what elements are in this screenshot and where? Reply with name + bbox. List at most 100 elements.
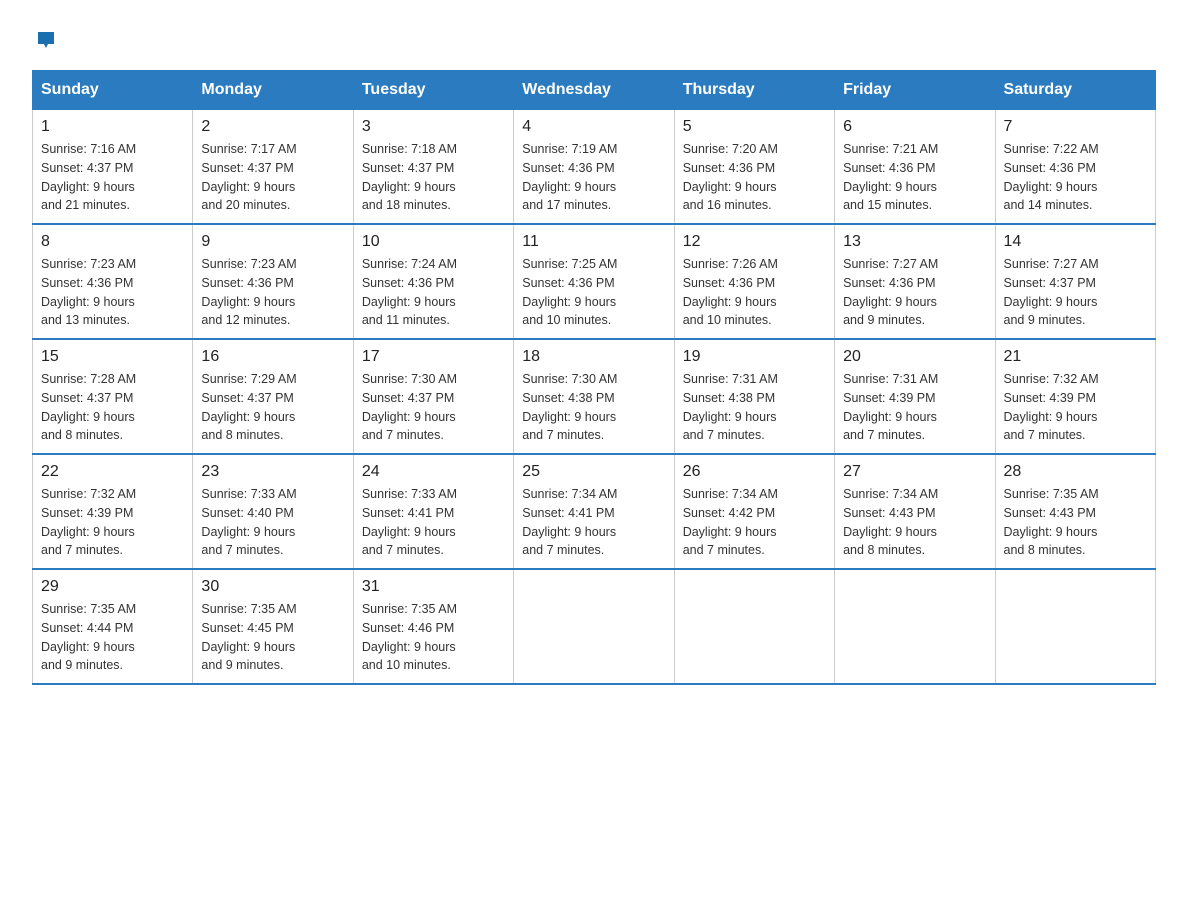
calendar-cell: 7 Sunrise: 7:22 AM Sunset: 4:36 PM Dayli… bbox=[995, 110, 1155, 225]
day-info: Sunrise: 7:35 AM Sunset: 4:45 PM Dayligh… bbox=[201, 600, 344, 675]
calendar-cell: 5 Sunrise: 7:20 AM Sunset: 4:36 PM Dayli… bbox=[674, 110, 834, 225]
day-number: 10 bbox=[362, 233, 505, 251]
day-info: Sunrise: 7:35 AM Sunset: 4:44 PM Dayligh… bbox=[41, 600, 184, 675]
calendar-cell: 12 Sunrise: 7:26 AM Sunset: 4:36 PM Dayl… bbox=[674, 224, 834, 339]
day-number: 1 bbox=[41, 118, 184, 136]
day-info: Sunrise: 7:18 AM Sunset: 4:37 PM Dayligh… bbox=[362, 140, 505, 215]
day-info: Sunrise: 7:23 AM Sunset: 4:36 PM Dayligh… bbox=[201, 255, 344, 330]
calendar-cell: 25 Sunrise: 7:34 AM Sunset: 4:41 PM Dayl… bbox=[514, 454, 674, 569]
day-number: 20 bbox=[843, 348, 986, 366]
calendar-cell: 19 Sunrise: 7:31 AM Sunset: 4:38 PM Dayl… bbox=[674, 339, 834, 454]
day-number: 26 bbox=[683, 463, 826, 481]
day-number: 29 bbox=[41, 578, 184, 596]
day-number: 2 bbox=[201, 118, 344, 136]
day-info: Sunrise: 7:31 AM Sunset: 4:38 PM Dayligh… bbox=[683, 370, 826, 445]
day-info: Sunrise: 7:32 AM Sunset: 4:39 PM Dayligh… bbox=[1004, 370, 1147, 445]
calendar-cell: 16 Sunrise: 7:29 AM Sunset: 4:37 PM Dayl… bbox=[193, 339, 353, 454]
calendar-cell: 24 Sunrise: 7:33 AM Sunset: 4:41 PM Dayl… bbox=[353, 454, 513, 569]
logo-line1 bbox=[32, 24, 57, 58]
calendar-week-row: 22 Sunrise: 7:32 AM Sunset: 4:39 PM Dayl… bbox=[33, 454, 1156, 569]
calendar-cell bbox=[514, 569, 674, 684]
calendar-cell: 3 Sunrise: 7:18 AM Sunset: 4:37 PM Dayli… bbox=[353, 110, 513, 225]
calendar-cell: 8 Sunrise: 7:23 AM Sunset: 4:36 PM Dayli… bbox=[33, 224, 193, 339]
calendar-cell: 10 Sunrise: 7:24 AM Sunset: 4:36 PM Dayl… bbox=[353, 224, 513, 339]
day-info: Sunrise: 7:35 AM Sunset: 4:46 PM Dayligh… bbox=[362, 600, 505, 675]
calendar-cell: 4 Sunrise: 7:19 AM Sunset: 4:36 PM Dayli… bbox=[514, 110, 674, 225]
calendar-cell: 31 Sunrise: 7:35 AM Sunset: 4:46 PM Dayl… bbox=[353, 569, 513, 684]
calendar-cell: 9 Sunrise: 7:23 AM Sunset: 4:36 PM Dayli… bbox=[193, 224, 353, 339]
calendar-cell bbox=[674, 569, 834, 684]
day-info: Sunrise: 7:22 AM Sunset: 4:36 PM Dayligh… bbox=[1004, 140, 1147, 215]
day-info: Sunrise: 7:19 AM Sunset: 4:36 PM Dayligh… bbox=[522, 140, 665, 215]
day-info: Sunrise: 7:31 AM Sunset: 4:39 PM Dayligh… bbox=[843, 370, 986, 445]
day-number: 8 bbox=[41, 233, 184, 251]
day-number: 17 bbox=[362, 348, 505, 366]
day-number: 28 bbox=[1004, 463, 1147, 481]
calendar-cell: 26 Sunrise: 7:34 AM Sunset: 4:42 PM Dayl… bbox=[674, 454, 834, 569]
col-wednesday: Wednesday bbox=[514, 71, 674, 110]
header-row: Sunday Monday Tuesday Wednesday Thursday… bbox=[33, 71, 1156, 110]
day-info: Sunrise: 7:33 AM Sunset: 4:41 PM Dayligh… bbox=[362, 485, 505, 560]
day-info: Sunrise: 7:29 AM Sunset: 4:37 PM Dayligh… bbox=[201, 370, 344, 445]
calendar-header: Sunday Monday Tuesday Wednesday Thursday… bbox=[33, 71, 1156, 110]
day-number: 25 bbox=[522, 463, 665, 481]
day-info: Sunrise: 7:30 AM Sunset: 4:37 PM Dayligh… bbox=[362, 370, 505, 445]
calendar-cell: 22 Sunrise: 7:32 AM Sunset: 4:39 PM Dayl… bbox=[33, 454, 193, 569]
day-number: 4 bbox=[522, 118, 665, 136]
day-info: Sunrise: 7:35 AM Sunset: 4:43 PM Dayligh… bbox=[1004, 485, 1147, 560]
calendar-week-row: 15 Sunrise: 7:28 AM Sunset: 4:37 PM Dayl… bbox=[33, 339, 1156, 454]
day-number: 13 bbox=[843, 233, 986, 251]
day-info: Sunrise: 7:30 AM Sunset: 4:38 PM Dayligh… bbox=[522, 370, 665, 445]
day-info: Sunrise: 7:27 AM Sunset: 4:37 PM Dayligh… bbox=[1004, 255, 1147, 330]
calendar-cell: 30 Sunrise: 7:35 AM Sunset: 4:45 PM Dayl… bbox=[193, 569, 353, 684]
col-friday: Friday bbox=[835, 71, 995, 110]
logo-arrow-icon bbox=[35, 24, 57, 58]
calendar-cell: 29 Sunrise: 7:35 AM Sunset: 4:44 PM Dayl… bbox=[33, 569, 193, 684]
day-number: 3 bbox=[362, 118, 505, 136]
day-number: 18 bbox=[522, 348, 665, 366]
calendar-table: Sunday Monday Tuesday Wednesday Thursday… bbox=[32, 70, 1156, 685]
col-tuesday: Tuesday bbox=[353, 71, 513, 110]
day-info: Sunrise: 7:32 AM Sunset: 4:39 PM Dayligh… bbox=[41, 485, 184, 560]
calendar-cell: 18 Sunrise: 7:30 AM Sunset: 4:38 PM Dayl… bbox=[514, 339, 674, 454]
calendar-cell: 28 Sunrise: 7:35 AM Sunset: 4:43 PM Dayl… bbox=[995, 454, 1155, 569]
day-number: 7 bbox=[1004, 118, 1147, 136]
col-sunday: Sunday bbox=[33, 71, 193, 110]
day-number: 24 bbox=[362, 463, 505, 481]
day-number: 19 bbox=[683, 348, 826, 366]
calendar-body: 1 Sunrise: 7:16 AM Sunset: 4:37 PM Dayli… bbox=[33, 110, 1156, 685]
day-number: 11 bbox=[522, 233, 665, 251]
day-info: Sunrise: 7:34 AM Sunset: 4:41 PM Dayligh… bbox=[522, 485, 665, 560]
calendar-cell bbox=[835, 569, 995, 684]
calendar-cell: 6 Sunrise: 7:21 AM Sunset: 4:36 PM Dayli… bbox=[835, 110, 995, 225]
day-info: Sunrise: 7:24 AM Sunset: 4:36 PM Dayligh… bbox=[362, 255, 505, 330]
day-number: 14 bbox=[1004, 233, 1147, 251]
calendar-cell: 2 Sunrise: 7:17 AM Sunset: 4:37 PM Dayli… bbox=[193, 110, 353, 225]
col-thursday: Thursday bbox=[674, 71, 834, 110]
day-number: 5 bbox=[683, 118, 826, 136]
calendar-cell: 20 Sunrise: 7:31 AM Sunset: 4:39 PM Dayl… bbox=[835, 339, 995, 454]
col-monday: Monday bbox=[193, 71, 353, 110]
calendar-cell bbox=[995, 569, 1155, 684]
calendar-cell: 11 Sunrise: 7:25 AM Sunset: 4:36 PM Dayl… bbox=[514, 224, 674, 339]
day-number: 9 bbox=[201, 233, 344, 251]
logo bbox=[32, 24, 57, 54]
calendar-cell: 1 Sunrise: 7:16 AM Sunset: 4:37 PM Dayli… bbox=[33, 110, 193, 225]
calendar-week-row: 29 Sunrise: 7:35 AM Sunset: 4:44 PM Dayl… bbox=[33, 569, 1156, 684]
day-number: 31 bbox=[362, 578, 505, 596]
day-info: Sunrise: 7:20 AM Sunset: 4:36 PM Dayligh… bbox=[683, 140, 826, 215]
day-info: Sunrise: 7:27 AM Sunset: 4:36 PM Dayligh… bbox=[843, 255, 986, 330]
day-number: 27 bbox=[843, 463, 986, 481]
day-number: 15 bbox=[41, 348, 184, 366]
calendar-cell: 15 Sunrise: 7:28 AM Sunset: 4:37 PM Dayl… bbox=[33, 339, 193, 454]
day-number: 23 bbox=[201, 463, 344, 481]
day-info: Sunrise: 7:34 AM Sunset: 4:42 PM Dayligh… bbox=[683, 485, 826, 560]
day-info: Sunrise: 7:28 AM Sunset: 4:37 PM Dayligh… bbox=[41, 370, 184, 445]
calendar-cell: 21 Sunrise: 7:32 AM Sunset: 4:39 PM Dayl… bbox=[995, 339, 1155, 454]
day-info: Sunrise: 7:23 AM Sunset: 4:36 PM Dayligh… bbox=[41, 255, 184, 330]
page-header bbox=[32, 24, 1156, 54]
day-info: Sunrise: 7:25 AM Sunset: 4:36 PM Dayligh… bbox=[522, 255, 665, 330]
day-number: 6 bbox=[843, 118, 986, 136]
day-number: 30 bbox=[201, 578, 344, 596]
calendar-cell: 23 Sunrise: 7:33 AM Sunset: 4:40 PM Dayl… bbox=[193, 454, 353, 569]
